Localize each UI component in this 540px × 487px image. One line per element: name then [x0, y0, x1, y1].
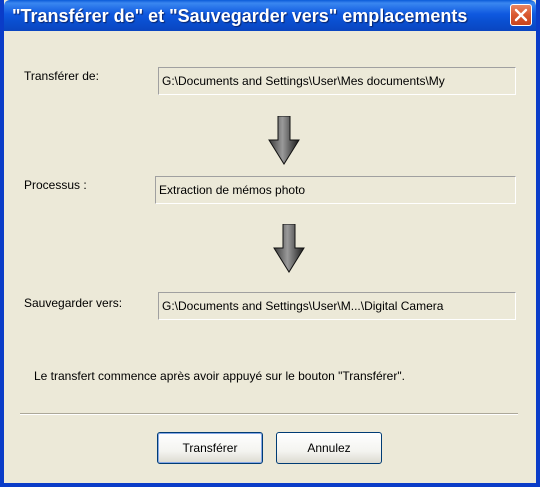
- down-arrow-icon: [268, 116, 300, 165]
- transfer-button[interactable]: Transférer: [157, 432, 263, 464]
- process-label: Processus :: [24, 178, 87, 192]
- cancel-button[interactable]: Annulez: [276, 432, 382, 464]
- info-text: Le transfert commence après avoir appuyé…: [34, 369, 405, 383]
- transfer-from-label: Transférer de:: [24, 69, 99, 83]
- close-icon: [514, 8, 528, 22]
- window-title: "Transférer de" et "Sauvegarder vers" em…: [12, 6, 468, 26]
- process-field[interactable]: Extraction de mémos photo: [155, 176, 516, 204]
- close-button[interactable]: [510, 4, 532, 26]
- down-arrow-icon: [273, 224, 305, 273]
- title-bar[interactable]: "Transférer de" et "Sauvegarder vers" em…: [4, 0, 536, 31]
- save-to-field[interactable]: G:\Documents and Settings\User\M...\Digi…: [158, 292, 516, 320]
- separator: [20, 413, 518, 415]
- save-to-label: Sauvegarder vers:: [24, 296, 123, 310]
- transfer-from-field[interactable]: G:\Documents and Settings\User\Mes docum…: [158, 67, 516, 95]
